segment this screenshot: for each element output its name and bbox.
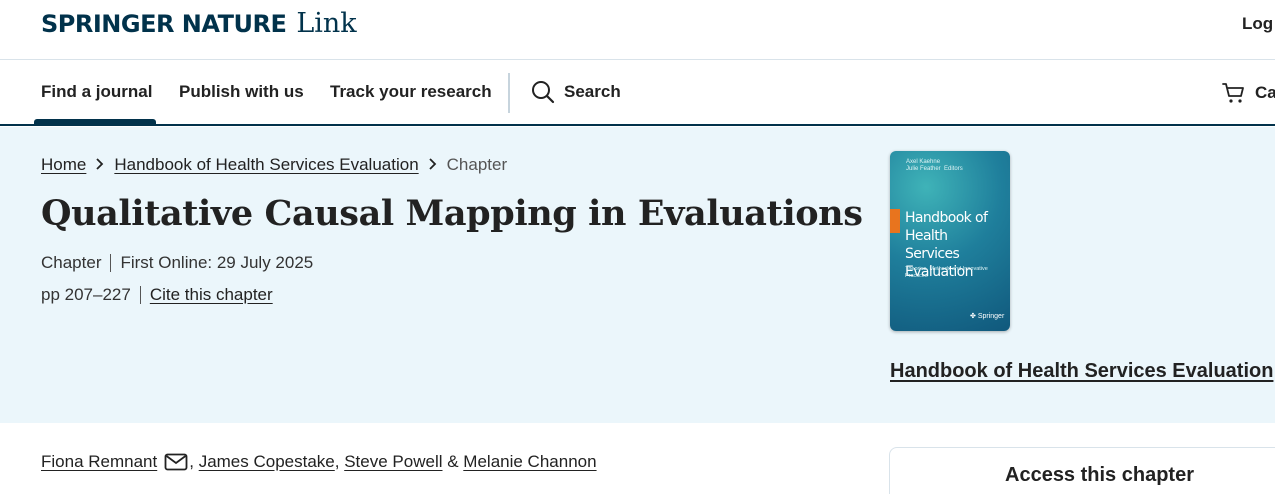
author-link[interactable]: James Copestake (199, 452, 335, 472)
chapter-meta-line-1: Chapter First Online: 29 July 2025 (41, 253, 313, 273)
nav-divider (508, 73, 510, 113)
breadcrumb: Home Handbook of Health Services Evaluat… (41, 155, 507, 175)
search-icon (532, 81, 555, 104)
nav-active-indicator (34, 119, 156, 125)
author-link[interactable]: Melanie Channon (463, 452, 596, 472)
book-cover-image[interactable]: Axel Kaehne Julie Feather Editors Handbo… (890, 151, 1010, 331)
search-label: Search (564, 82, 621, 101)
cite-this-chapter-link[interactable]: Cite this chapter (150, 285, 273, 305)
cover-subtitle: Theories, Methods and Innovative Practic… (905, 266, 988, 279)
nav-find-a-journal[interactable]: Find a journal (41, 82, 152, 102)
brand-bar: SPRINGER NATURE Link Log (0, 0, 1275, 60)
cart-icon (1222, 83, 1244, 103)
author-separator: , (189, 452, 199, 471)
author-separator: & (442, 452, 464, 471)
chevron-right-icon (427, 157, 439, 173)
meta-separator (110, 254, 112, 272)
first-online-date: First Online: 29 July 2025 (120, 253, 314, 272)
chapter-meta-line-2: pp 207–227 Cite this chapter (41, 285, 273, 305)
breadcrumb-book[interactable]: Handbook of Health Services Evaluation (114, 155, 418, 175)
chapter-hero: Home Handbook of Health Services Evaluat… (0, 127, 1275, 423)
cart-label: Ca (1255, 83, 1275, 102)
chevron-right-icon (94, 157, 106, 173)
author-list: Fiona Remnant , James Copestake , Steve … (41, 452, 597, 472)
book-title-link[interactable]: Handbook of Health Services Evaluation (890, 360, 1273, 383)
author-link[interactable]: Fiona Remnant (41, 452, 157, 472)
meta-separator (139, 286, 141, 304)
cover-editors: Axel Kaehne Julie Feather Editors (906, 159, 963, 172)
access-chapter-panel: Access this chapter (889, 447, 1275, 494)
breadcrumb-home[interactable]: Home (41, 155, 86, 175)
login-link[interactable]: Log (1242, 14, 1273, 34)
nav-publish-with-us[interactable]: Publish with us (179, 82, 304, 102)
brand-secondary: Link (296, 8, 357, 39)
search-button[interactable]: Search (531, 80, 621, 104)
cover-accent-bar (890, 209, 900, 233)
cart-button[interactable]: Ca (1222, 81, 1275, 105)
chapter-title: Qualitative Causal Mapping in Evaluation… (41, 193, 863, 234)
email-icon[interactable] (164, 453, 188, 471)
access-panel-title: Access this chapter (1005, 464, 1194, 486)
author-link[interactable]: Steve Powell (344, 452, 442, 472)
content-type: Chapter (41, 253, 102, 272)
nav-track-your-research[interactable]: Track your research (330, 82, 492, 102)
author-separator: , (334, 452, 345, 471)
page-range: pp 207–227 (41, 285, 131, 304)
cover-publisher: ✤ Springer (970, 313, 1005, 320)
breadcrumb-current: Chapter (446, 155, 508, 174)
brand-primary: SPRINGER NATURE (41, 10, 287, 38)
main-navigation: Find a journal Publish with us Track you… (0, 60, 1275, 126)
springer-nature-link-logo[interactable]: SPRINGER NATURE Link (41, 8, 357, 39)
